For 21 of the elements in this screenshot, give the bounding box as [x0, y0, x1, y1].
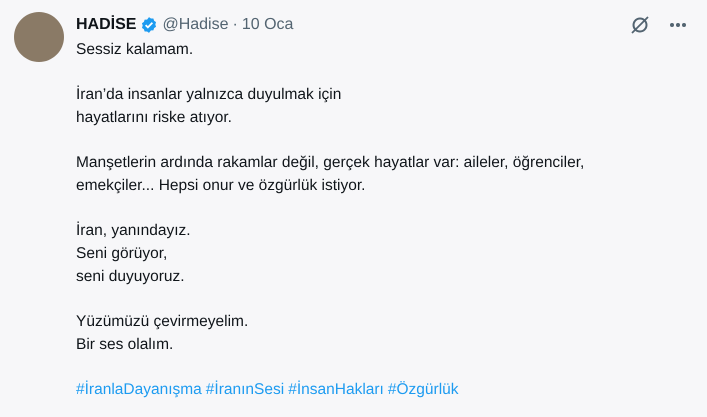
- separator-dot: ·: [232, 15, 238, 35]
- post-text-line: Manşetlerin ardında rakamlar değil, gerçek hayatlar var: aileler, öğrenciler,: [76, 153, 586, 173]
- avatar[interactable]: [14, 12, 64, 62]
- post-text-line: Yüzümüzü çevirmeyelim.: [76, 312, 250, 332]
- hashtag-link[interactable]: #İnsanHakları: [288, 378, 384, 401]
- post-text-line: emekçiler... Hepsi onur ve özgürlük istiyor.: [76, 176, 366, 196]
- post-text-line: Seni görüyor,: [76, 244, 168, 264]
- slashed-circle-icon[interactable]: [629, 14, 651, 36]
- post-text-line: hayatlarını riske atıyor.: [76, 108, 233, 128]
- hashtag-link[interactable]: #Özgürlük: [388, 378, 459, 401]
- post-text-line: Bir ses olalım.: [76, 335, 174, 355]
- more-options-icon[interactable]: [669, 22, 687, 28]
- post-text-line: Sessiz kalamam.: [76, 40, 194, 60]
- post-text-line: İran, yanındayız.: [76, 220, 192, 241]
- post-text-line: seni duyuyoruz.: [76, 267, 186, 287]
- post-date[interactable]: 10 Oca: [242, 13, 294, 37]
- author-name[interactable]: HADİSE: [76, 13, 136, 37]
- post-text-line: İran’da insanlar yalnızca duyulmak için: [76, 84, 342, 105]
- user-handle[interactable]: @Hadise: [162, 13, 228, 37]
- hashtag-link[interactable]: #İranınSesi: [206, 378, 284, 401]
- hashtag-link[interactable]: #İranlaDayanışma: [76, 378, 202, 401]
